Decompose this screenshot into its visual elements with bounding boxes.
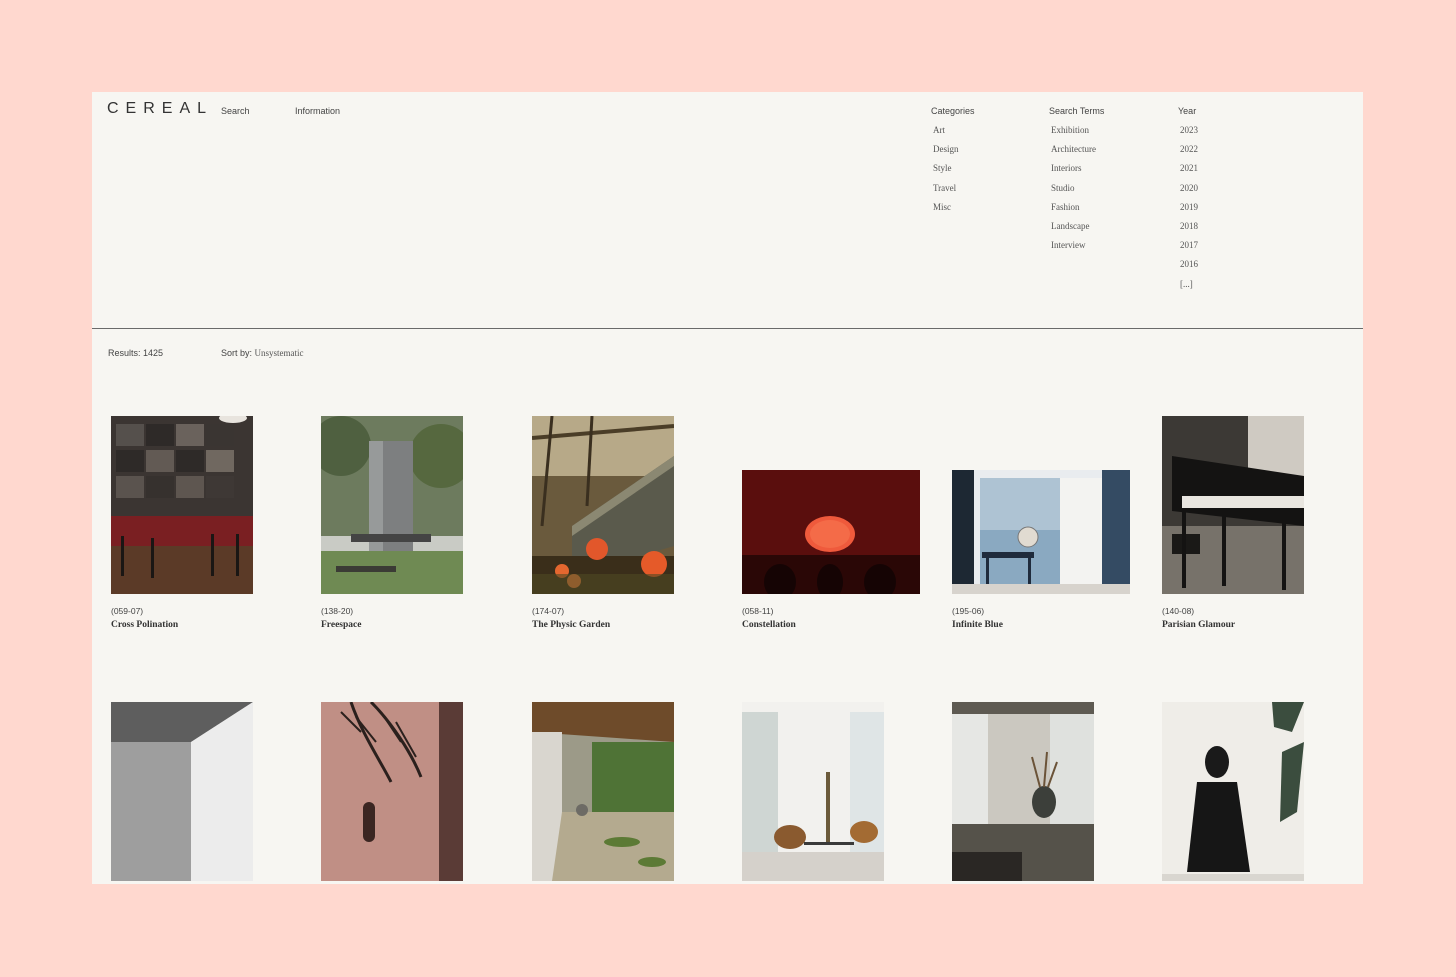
filter-category-item[interactable]: Design [931,144,975,163]
filter-term-item[interactable]: Landscape [1049,221,1104,240]
article-thumbnail[interactable] [742,702,884,881]
sort-control: Sort by: Unsystematic [221,348,304,358]
article-title[interactable]: Constellation [742,620,796,630]
filter-category-item[interactable]: Misc [931,202,975,221]
filter-term-item[interactable]: Interview [1049,240,1104,259]
filter-term-item[interactable]: Fashion [1049,202,1104,221]
article-thumbnail[interactable] [532,702,674,881]
results-count: Results: 1425 [108,348,163,358]
filter-year-item[interactable]: 2016 [1178,259,1198,278]
filter-category-item[interactable]: Art [931,125,975,144]
sort-label: Sort by: [221,348,253,358]
filter-year-item[interactable]: 2017 [1178,240,1198,259]
sort-value-dropdown[interactable]: Unsystematic [255,348,304,358]
article-thumbnail[interactable] [952,470,1130,594]
filter-category-item[interactable]: Style [931,163,975,182]
article-card-the-physic-garden[interactable]: (174-07) The Physic Garden [532,416,674,636]
filter-year: Year 2023 2022 2021 2020 2019 2018 2017 … [1178,106,1198,298]
article-card-freespace[interactable]: (138-20) Freespace [321,416,463,636]
filter-year-more[interactable]: [...] [1178,279,1198,298]
article-thumbnail[interactable] [1162,702,1304,881]
article-card-parisian-glamour[interactable]: (140-08) Parisian Glamour [1162,416,1304,636]
article-code: (058-11) [742,606,774,616]
article-code: (174-07) [532,606,565,616]
filter-year-item[interactable]: 2019 [1178,202,1198,221]
article-code: (138-20) [321,606,354,616]
article-title[interactable]: Infinite Blue [952,620,1003,630]
article-code: (059-07) [111,606,144,616]
article-thumbnail[interactable] [111,702,253,881]
article-code: (140-08) [1162,606,1195,616]
filter-year-item[interactable]: 2020 [1178,183,1198,202]
article-card[interactable] [742,702,884,884]
article-card[interactable] [532,702,674,884]
article-title[interactable]: Parisian Glamour [1162,620,1235,630]
filter-year-item[interactable]: 2021 [1178,163,1198,182]
filter-category-item[interactable]: Travel [931,183,975,202]
article-thumbnail[interactable] [321,416,463,594]
article-card[interactable] [111,702,253,884]
filter-term-item[interactable]: Architecture [1049,144,1104,163]
filter-search-terms: Search Terms Exhibition Architecture Int… [1049,106,1104,259]
article-card[interactable] [1162,702,1304,884]
filter-search-terms-heading: Search Terms [1049,106,1105,116]
results-label: Results: [108,348,141,358]
filter-term-item[interactable]: Studio [1049,183,1104,202]
article-card[interactable] [952,702,1094,884]
article-title[interactable]: Cross Polination [111,620,178,630]
filter-year-item[interactable]: 2023 [1178,125,1198,144]
filter-categories-heading: Categories [931,106,975,116]
results-value: 1425 [143,348,164,358]
article-thumbnail[interactable] [1162,416,1304,594]
nav-information-link[interactable]: Information [295,106,340,116]
article-card-constellation[interactable]: (058-11) Constellation [742,470,920,636]
article-thumbnail[interactable] [952,702,1094,881]
filter-year-item[interactable]: 2022 [1178,144,1198,163]
nav-search-link[interactable]: Search [221,106,250,116]
filter-term-item[interactable]: Interiors [1049,163,1104,182]
article-card-infinite-blue[interactable]: (195-06) Infinite Blue [952,470,1130,636]
article-thumbnail[interactable] [532,416,674,594]
article-card-cross-polination[interactable]: (059-07) Cross Polination [111,416,253,636]
filter-year-item[interactable]: 2018 [1178,221,1198,240]
article-code: (195-06) [952,606,985,616]
article-title[interactable]: Freespace [321,620,361,630]
article-thumbnail[interactable] [742,470,920,594]
site-logo[interactable]: CEREAL [107,100,213,118]
filter-categories: Categories Art Design Style Travel Misc [931,106,975,221]
article-thumbnail[interactable] [111,416,253,594]
header-divider [92,328,1363,329]
page-panel: CEREAL Search Information Categories Art… [92,92,1363,884]
article-card[interactable] [321,702,463,884]
article-thumbnail[interactable] [321,702,463,881]
filter-term-item[interactable]: Exhibition [1049,125,1104,144]
article-title[interactable]: The Physic Garden [532,620,610,630]
filter-year-heading: Year [1178,106,1197,116]
